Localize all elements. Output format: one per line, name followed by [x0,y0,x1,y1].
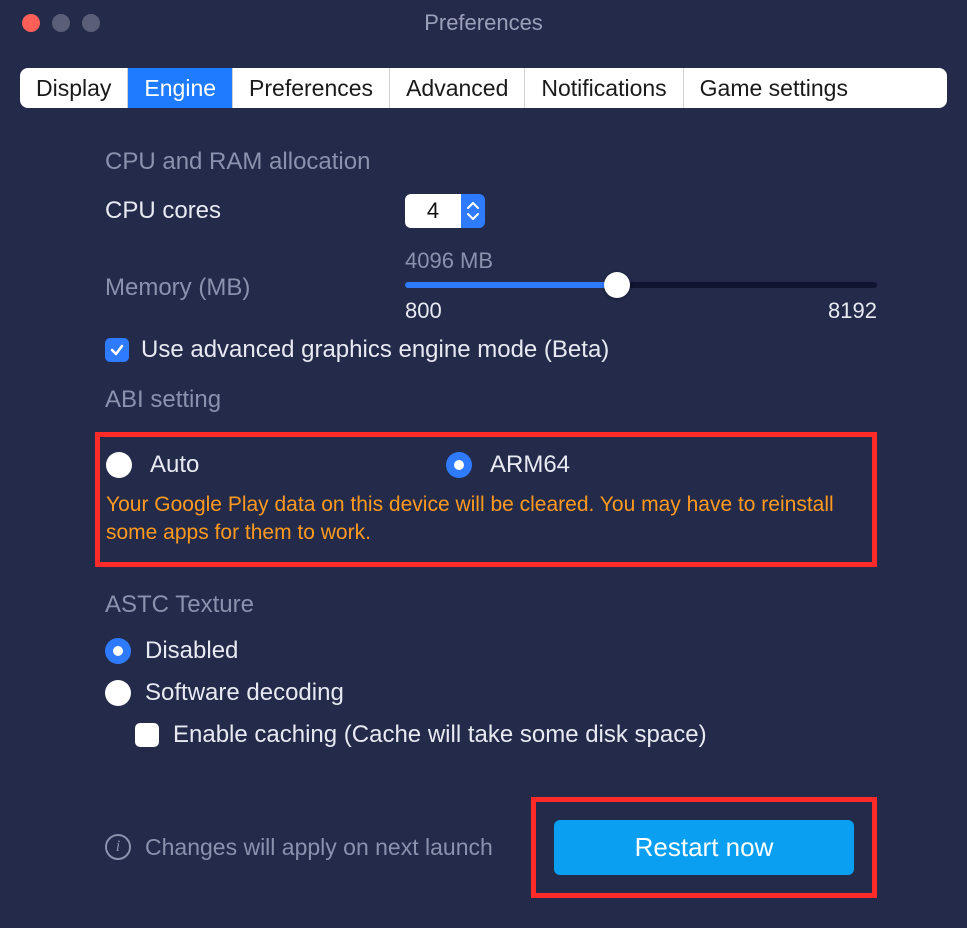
abi-radio-arm64-label: ARM64 [490,451,570,479]
astc-radio-disabled-label: Disabled [145,637,238,665]
info-icon: i [105,834,131,860]
cpu-cores-value: 4 [405,194,461,228]
tab-label: Advanced [406,75,508,102]
restart-highlight: Restart now [531,797,877,898]
tab-label: Preferences [249,75,373,102]
tab-display[interactable]: Display [20,68,128,108]
apply-next-launch-text: Changes will apply on next launch [145,834,517,861]
enable-caching-checkbox[interactable] [135,723,159,747]
traffic-lights [0,14,100,32]
astc-radio-software-decoding[interactable] [105,680,131,706]
astc-radio-software-decoding-label: Software decoding [145,679,344,707]
chevron-down-icon [467,212,479,220]
abi-highlight: Auto ARM64 Your Google Play data on this… [95,432,877,567]
tab-notifications[interactable]: Notifications [525,68,683,108]
memory-slider-fill [405,282,617,288]
memory-slider-thumb[interactable] [604,272,630,298]
close-window-button[interactable] [22,14,40,32]
advanced-graphics-checkbox[interactable] [105,338,129,362]
restart-now-button[interactable]: Restart now [554,820,854,875]
tab-preferences[interactable]: Preferences [233,68,390,108]
check-icon [109,342,125,358]
tab-label: Display [36,75,111,102]
chevron-up-icon [467,202,479,210]
window-title: Preferences [0,10,967,36]
cpu-cores-label: CPU cores [105,197,405,225]
abi-radio-auto-label: Auto [150,451,199,479]
cpu-cores-stepper[interactable]: 4 [405,194,485,228]
restart-now-label: Restart now [635,832,774,862]
section-cpu-ram-title: CPU and RAM allocation [105,148,877,176]
minimize-window-button[interactable] [52,14,70,32]
preferences-tabbar: Display Engine Preferences Advanced Noti… [20,68,947,108]
tab-advanced[interactable]: Advanced [390,68,525,108]
memory-min-label: 800 [405,298,442,324]
advanced-graphics-label: Use advanced graphics engine mode (Beta) [141,336,609,364]
memory-slider[interactable] [405,282,877,288]
astc-radio-disabled[interactable] [105,638,131,664]
tab-label: Game settings [700,75,848,102]
section-abi-title: ABI setting [105,386,877,414]
tab-engine[interactable]: Engine [128,68,233,108]
section-astc-title: ASTC Texture [105,591,877,619]
tab-game-settings[interactable]: Game settings [684,68,947,108]
enable-caching-label: Enable caching (Cache will take some dis… [173,721,707,749]
abi-radio-auto[interactable] [106,452,132,478]
tab-label: Engine [144,75,216,102]
memory-max-label: 8192 [828,298,877,324]
abi-radio-arm64[interactable] [446,452,472,478]
abi-warning-text: Your Google Play data on this device wil… [106,491,856,548]
memory-current-value: 4096 MB [405,248,877,274]
maximize-window-button[interactable] [82,14,100,32]
memory-label: Memory (MB) [105,248,405,302]
titlebar: Preferences [0,0,967,46]
cpu-cores-stepper-buttons[interactable] [461,194,485,228]
tab-label: Notifications [541,75,666,102]
